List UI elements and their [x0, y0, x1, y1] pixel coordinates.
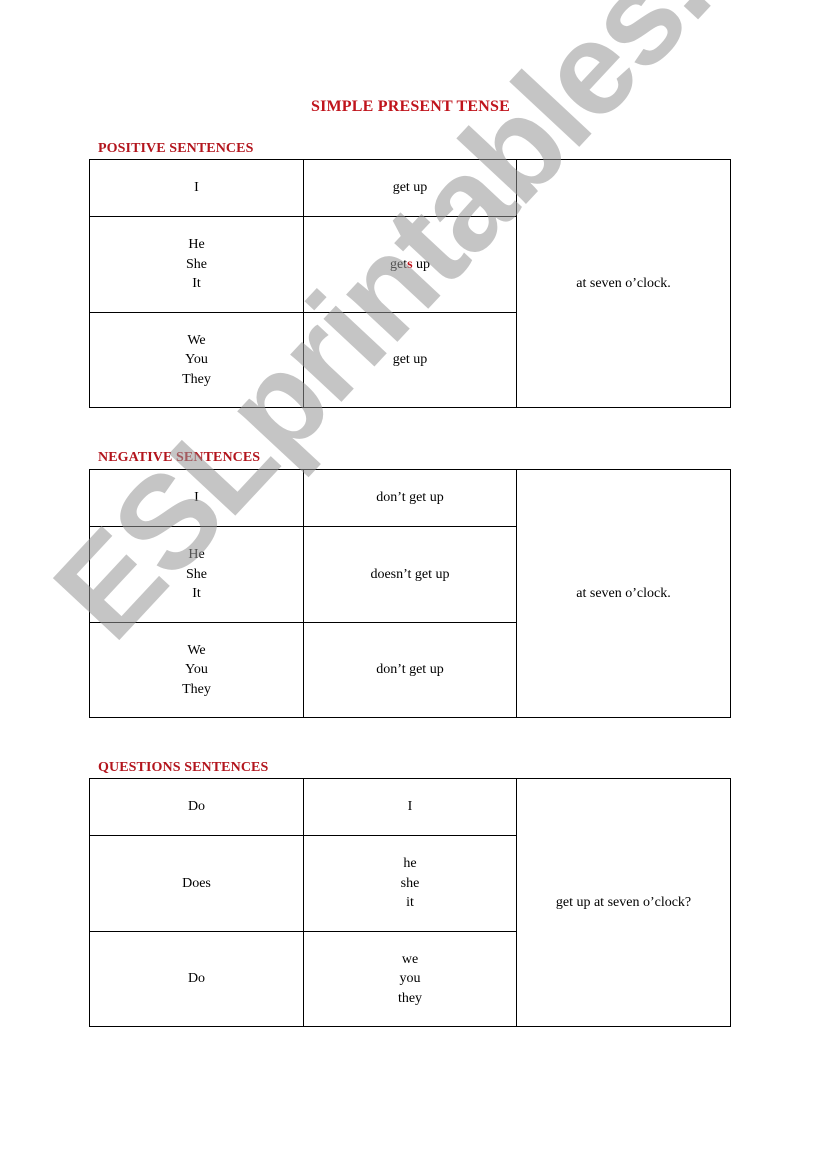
- verb-text: get: [389, 256, 408, 272]
- ending-cell: get up at seven o’clock?: [516, 778, 731, 1027]
- subject-word: she: [400, 875, 420, 891]
- subject-word: you: [399, 971, 421, 987]
- subject-word: I: [407, 799, 413, 815]
- verb-cell: get up: [303, 312, 517, 408]
- subject-word: They: [182, 681, 211, 697]
- subject-word: She: [186, 256, 207, 272]
- verb-text: get: [392, 352, 410, 368]
- verb-cell: don’t get up: [303, 622, 517, 718]
- verb-cell: doesn’t get up: [303, 526, 517, 623]
- table-row: I get up at seven o’clock.: [89, 159, 731, 408]
- negative-table: I don’t get up at seven o’clock. He She …: [89, 469, 731, 718]
- subject-word: they: [397, 990, 423, 1006]
- subject-word: He: [188, 547, 205, 563]
- subject-cell: I: [89, 159, 304, 217]
- subject-cell: We You They: [89, 622, 304, 718]
- ending-cell: at seven o’clock.: [516, 159, 731, 408]
- subject-cell: We You They: [89, 312, 304, 408]
- subject-cell: we you they: [303, 931, 517, 1027]
- subject-word: I: [194, 490, 199, 506]
- subject-word: we: [401, 951, 419, 967]
- positive-table: I get up at seven o’clock. He She It get…: [89, 159, 731, 408]
- ending-cell: at seven o’clock.: [516, 469, 731, 718]
- subject-cell: He She It: [89, 216, 304, 313]
- verb-text: up: [409, 180, 428, 196]
- verb-text: up: [409, 352, 428, 368]
- negative-section-label: NEGATIVE SENTENCES: [98, 450, 261, 465]
- auxiliary-cell: Do: [89, 931, 304, 1027]
- subject-word: It: [192, 586, 201, 602]
- subject-word: He: [188, 237, 205, 253]
- subject-word: We: [187, 332, 206, 348]
- subject-word: I: [194, 180, 199, 196]
- subject-word: it: [406, 895, 414, 911]
- subject-cell: I: [89, 469, 304, 527]
- subject-cell: he she it: [303, 835, 517, 932]
- verb-cell: gets up: [303, 216, 517, 313]
- questions-table: Do I get up at seven o’clock? Does he sh…: [89, 778, 731, 1027]
- subject-cell: He She It: [89, 526, 304, 623]
- subject-word: You: [185, 662, 208, 678]
- verb-text: up: [412, 256, 431, 272]
- subject-word: You: [185, 352, 208, 368]
- verb-text: get: [392, 180, 410, 196]
- page-title: SIMPLE PRESENT TENSE: [310, 98, 511, 115]
- subject-word: It: [192, 276, 201, 292]
- positive-section-label: POSITIVE SENTENCES: [98, 141, 254, 156]
- subject-word: She: [186, 566, 207, 582]
- table-row: Do I get up at seven o’clock?: [89, 778, 731, 1027]
- verb-cell: don’t get up: [303, 469, 517, 527]
- auxiliary-cell: Do: [89, 778, 304, 836]
- subject-cell: I: [303, 778, 517, 836]
- subject-word: They: [182, 371, 211, 387]
- auxiliary-cell: Does: [89, 835, 304, 932]
- verb-cell: get up: [303, 159, 517, 217]
- subject-word: he: [403, 856, 417, 872]
- subject-word: We: [187, 642, 206, 658]
- table-row: I don’t get up at seven o’clock.: [89, 469, 731, 718]
- questions-section-label: QUESTIONS SENTENCES: [98, 760, 269, 775]
